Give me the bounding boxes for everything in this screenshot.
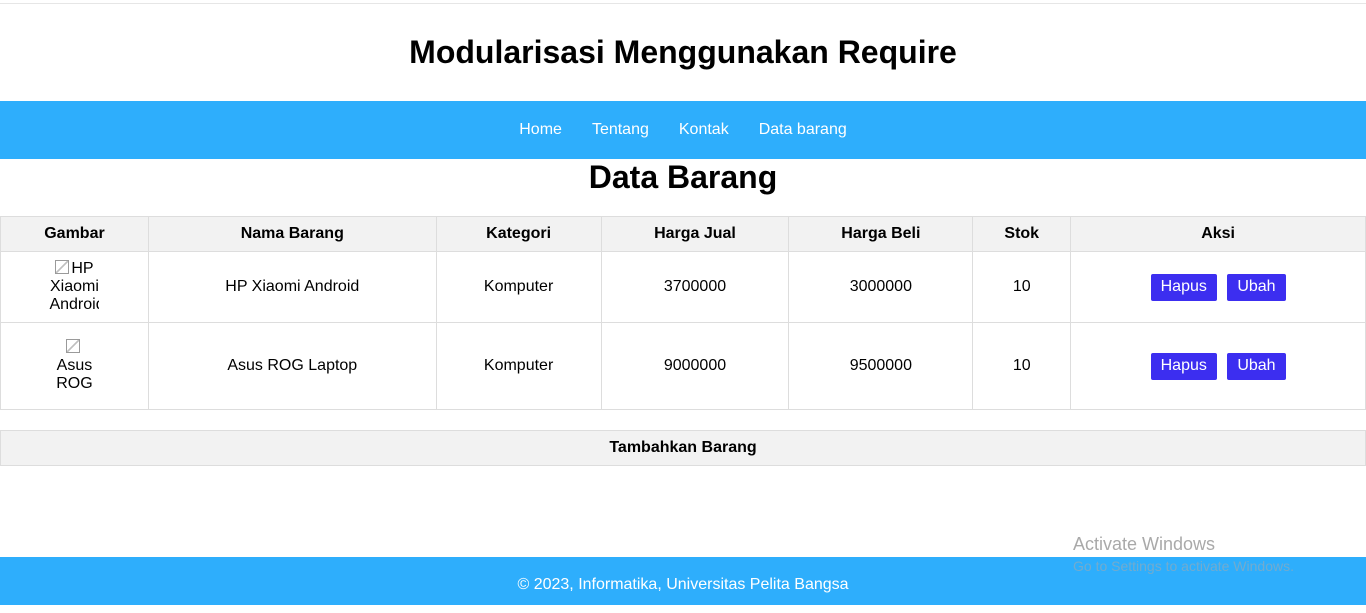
navbar: Home Tentang Kontak Data barang — [0, 101, 1366, 159]
nav-link-home[interactable]: Home — [519, 120, 562, 140]
ubah-button[interactable]: Ubah — [1227, 352, 1286, 380]
harga-jual-cell: 9000000 — [600, 322, 790, 410]
aksi-cell: Hapus Ubah — [1070, 322, 1366, 410]
column-header-harga-beli: Harga Beli — [788, 216, 974, 252]
column-header-stok: Stok — [972, 216, 1072, 252]
column-header-harga-jual: Harga Jual — [600, 216, 790, 252]
nav-link-kontak[interactable]: Kontak — [679, 120, 729, 140]
table-header-row: Gambar Nama Barang Kategori Harga Jual H… — [0, 216, 1366, 252]
harga-beli-cell: 3000000 — [788, 251, 974, 323]
column-header-gambar: Gambar — [0, 216, 149, 252]
column-header-kategori: Kategori — [435, 216, 602, 252]
kategori-cell: Komputer — [435, 251, 602, 323]
harga-jual-cell: 3700000 — [600, 251, 790, 323]
broken-image-icon — [66, 339, 81, 353]
ubah-button[interactable]: Ubah — [1227, 273, 1286, 301]
broken-image: Asus ROG — [49, 339, 99, 393]
table-row: HP Xiaomi Android HP Xiaomi Android Komp… — [0, 251, 1366, 323]
image-cell: Asus ROG — [0, 322, 149, 410]
hapus-button[interactable]: Hapus — [1150, 352, 1217, 380]
broken-image: HP Xiaomi Android — [49, 260, 99, 314]
site-title: Modularisasi Menggunakan Require — [409, 34, 957, 70]
watermark-title: Activate Windows — [1073, 534, 1216, 554]
kategori-cell: Komputer — [435, 322, 602, 410]
image-alt-text: Asus ROG — [56, 357, 93, 392]
top-divider — [0, 3, 1366, 4]
aksi-cell: Hapus Ubah — [1070, 251, 1366, 323]
stok-cell: 10 — [972, 322, 1072, 410]
image-cell: HP Xiaomi Android — [0, 251, 149, 323]
footer-text: © 2023, Informatika, Universitas Pelita … — [517, 576, 849, 593]
column-header-aksi: Aksi — [1070, 216, 1366, 252]
hapus-button[interactable]: Hapus — [1150, 273, 1217, 301]
harga-beli-cell: 9500000 — [788, 322, 974, 410]
add-item-button[interactable]: Tambahkan Barang — [0, 430, 1366, 466]
nama-barang-cell: HP Xiaomi Android — [147, 251, 437, 323]
footer: © 2023, Informatika, Universitas Pelita … — [0, 557, 1366, 605]
stok-cell: 10 — [972, 251, 1072, 323]
section-title: Data Barang — [588, 159, 778, 195]
column-header-nama-barang: Nama Barang — [147, 216, 437, 252]
nama-barang-cell: Asus ROG Laptop — [147, 322, 437, 410]
broken-image-icon — [55, 260, 70, 274]
nav-link-data-barang[interactable]: Data barang — [759, 120, 847, 140]
table-row: Asus ROG Asus ROG Laptop Komputer 900000… — [0, 322, 1366, 410]
nav-link-tentang[interactable]: Tentang — [592, 120, 649, 140]
data-table: Gambar Nama Barang Kategori Harga Jual H… — [0, 216, 1366, 410]
